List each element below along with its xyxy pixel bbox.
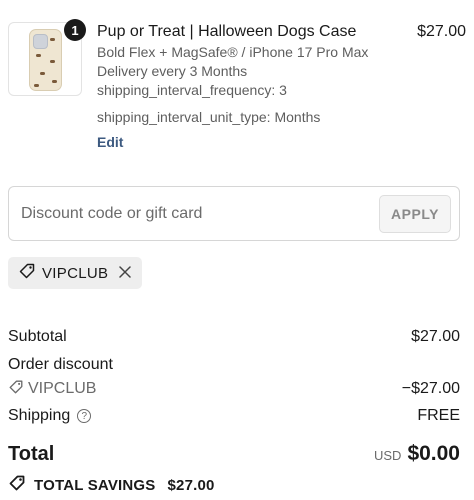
order-discount-label: Order discount — [8, 356, 113, 373]
help-icon[interactable]: ? — [77, 409, 92, 423]
subtotal-value: $27.00 — [411, 328, 460, 345]
quantity-badge: 1 — [64, 19, 86, 41]
cart-line-item: 1 Pup or Treat | Halloween Dogs Case Bol… — [8, 14, 466, 154]
savings-label: TOTAL SAVINGS — [34, 477, 156, 494]
order-discount-row: Order discount — [8, 354, 460, 376]
total-savings: TOTAL SAVINGS $27.00 — [8, 474, 215, 497]
subtotal-row: Subtotal $27.00 — [8, 326, 460, 348]
delivery-frequency: Delivery every 3 Months — [97, 63, 248, 79]
discount-value: −$27.00 — [401, 380, 460, 397]
product-variant: Bold Flex + MagSafe® / iPhone 17 Pro Max — [97, 44, 369, 60]
item-details: Pup or Treat | Halloween Dogs Case Bold … — [97, 22, 397, 152]
applied-code-label: VIPCLUB — [42, 264, 109, 282]
shipping-row: Shipping ? FREE — [8, 405, 460, 427]
camera-module — [33, 34, 48, 49]
tag-icon — [8, 474, 26, 497]
applied-discount-chip: VIPCLUB — [8, 257, 143, 289]
property-interval-unit-type: shipping_interval_unit_type: Months — [97, 109, 321, 125]
total-label: Total — [8, 443, 55, 465]
order-summary: Subtotal $27.00 Order discount VIPCLUB −… — [8, 326, 460, 427]
total-value: $0.00 — [407, 442, 460, 465]
tag-icon — [8, 379, 24, 400]
total-row: Total USD $0.00 — [8, 442, 460, 466]
phone-case-image — [29, 29, 62, 91]
property-interval-frequency: shipping_interval_frequency: 3 — [97, 82, 287, 98]
product-title: Pup or Treat | Halloween Dogs Case — [97, 23, 357, 40]
discount-code-input[interactable] — [9, 187, 369, 240]
product-thumbnail: 1 — [8, 19, 86, 96]
discount-code-label: VIPCLUB — [28, 380, 97, 397]
shipping-value: FREE — [417, 407, 460, 424]
savings-value: $27.00 — [167, 477, 215, 494]
discount-form: APPLY — [8, 186, 460, 241]
subtotal-label: Subtotal — [8, 328, 67, 345]
item-price: $27.00 — [417, 23, 466, 40]
close-icon[interactable] — [118, 264, 132, 282]
shipping-label: Shipping — [8, 407, 71, 424]
discount-code-row: VIPCLUB −$27.00 — [8, 378, 460, 400]
apply-button[interactable]: APPLY — [379, 195, 451, 233]
edit-link[interactable]: Edit — [97, 133, 123, 152]
currency-code: USD — [373, 448, 402, 463]
tag-icon — [18, 262, 36, 285]
